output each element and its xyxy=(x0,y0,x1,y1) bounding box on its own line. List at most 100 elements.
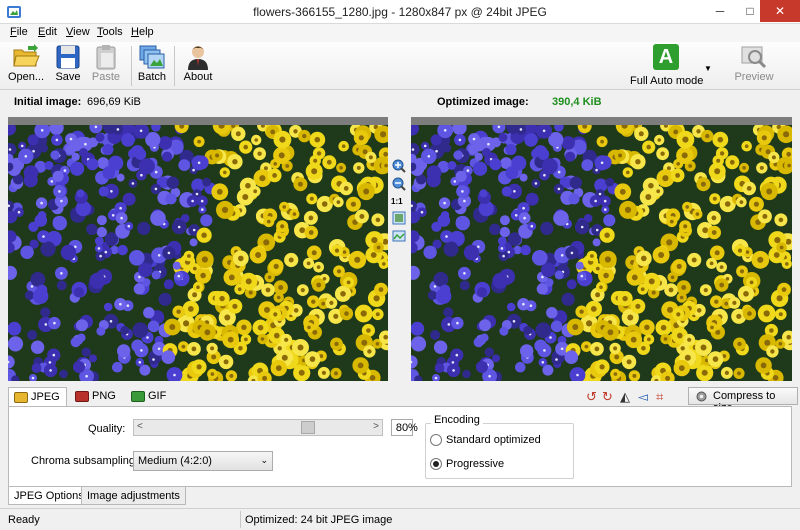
flower-shape xyxy=(259,175,266,182)
flower-shape xyxy=(221,206,229,213)
flower-shape xyxy=(219,295,225,302)
fit-window-icon[interactable] xyxy=(392,211,406,225)
batch-button[interactable]: Batch xyxy=(130,44,174,88)
standard-optimized-radio[interactable] xyxy=(430,434,442,446)
menu-view[interactable]: View xyxy=(66,26,90,38)
full-auto-mode-button[interactable]: A Full Auto mode xyxy=(630,44,703,88)
flower-shape xyxy=(241,324,247,330)
flower-shape xyxy=(119,302,122,306)
flower-shape xyxy=(759,165,764,170)
about-button[interactable]: About xyxy=(176,44,220,88)
optimized-image-panel[interactable] xyxy=(411,117,792,381)
menu-help[interactable]: Help xyxy=(131,26,154,38)
flower-shape xyxy=(151,270,161,280)
flower-shape xyxy=(463,244,480,261)
slider-right-arrow[interactable]: > xyxy=(373,421,379,432)
flower-shape xyxy=(134,148,147,160)
chroma-subsampling-select[interactable]: Medium (4:2:0) ⌄ xyxy=(133,451,273,471)
encoding-title: Encoding xyxy=(431,414,483,426)
minimize-button[interactable]: ─ xyxy=(705,0,735,22)
full-auto-dropdown-arrow[interactable]: ▼ xyxy=(704,64,712,73)
slider-left-arrow[interactable]: < xyxy=(137,421,143,432)
flip-vertical-icon[interactable]: ◅ xyxy=(638,390,648,404)
standard-optimized-label[interactable]: Standard optimized xyxy=(446,434,541,446)
flower-shape xyxy=(360,310,367,317)
flower-shape xyxy=(443,201,446,205)
flower-shape xyxy=(445,235,448,238)
flower-shape xyxy=(262,375,268,381)
zoom-actual-size[interactable]: 1:1 xyxy=(391,197,403,206)
flip-horizontal-icon[interactable]: ◭ xyxy=(620,390,630,404)
tab-image-adjustments[interactable]: Image adjustments xyxy=(81,487,186,505)
progressive-label[interactable]: Progressive xyxy=(446,458,504,470)
flower-shape xyxy=(308,230,314,235)
flower-shape xyxy=(238,346,243,351)
close-button[interactable]: ✕ xyxy=(760,0,800,22)
flower-shape xyxy=(680,346,685,351)
tab-gif[interactable]: GIF xyxy=(126,387,172,407)
flower-shape xyxy=(200,214,213,227)
flower-shape xyxy=(340,291,346,297)
flower-shape xyxy=(50,180,54,183)
zoom-out-icon[interactable] xyxy=(392,177,406,191)
flower-shape xyxy=(529,304,533,307)
flower-shape xyxy=(603,214,616,227)
flower-shape xyxy=(248,290,253,295)
flower-shape xyxy=(499,215,510,226)
rotate-left-icon[interactable]: ↺ xyxy=(586,390,597,404)
flower-shape xyxy=(703,288,708,293)
flower-shape xyxy=(34,214,48,227)
flower-shape xyxy=(163,279,174,290)
status-text: Ready xyxy=(8,514,40,526)
menu-tools[interactable]: Tools xyxy=(97,26,123,38)
flower-shape xyxy=(576,373,579,377)
tab-jpeg-options[interactable]: JPEG Options xyxy=(8,487,90,505)
paste-button[interactable]: Paste xyxy=(84,44,128,88)
flower-shape xyxy=(443,241,459,257)
compress-to-size-button[interactable]: Compress to size xyxy=(688,387,798,414)
flower-shape xyxy=(764,339,771,346)
crop-icon[interactable]: ⌗ xyxy=(656,390,663,404)
flower-shape xyxy=(648,182,654,189)
flower-shape xyxy=(309,356,316,362)
flower-shape xyxy=(333,313,339,319)
flower-shape xyxy=(580,225,584,229)
optimized-image-size: 390,4 KiB xyxy=(552,96,602,108)
open-button[interactable]: Open... xyxy=(4,44,48,88)
tab-png[interactable]: PNG xyxy=(70,387,122,407)
flower-shape xyxy=(229,373,234,378)
menu-file[interactable]: File xyxy=(10,26,28,38)
split-view-icon[interactable] xyxy=(392,229,406,243)
flower-shape xyxy=(757,256,764,263)
flower-shape xyxy=(245,182,251,189)
flower-shape xyxy=(342,250,347,254)
flower-shape xyxy=(59,369,68,379)
menu-edit[interactable]: Edit xyxy=(38,26,57,38)
flower-shape xyxy=(724,301,729,306)
quality-slider-thumb[interactable] xyxy=(301,421,315,434)
flower-shape xyxy=(277,346,282,351)
flower-shape xyxy=(656,189,661,194)
flower-shape xyxy=(745,250,750,254)
rotate-right-icon[interactable]: ↻ xyxy=(602,390,613,404)
flower-shape xyxy=(737,341,742,347)
clipboard-icon xyxy=(96,45,116,70)
flower-shape xyxy=(482,148,491,157)
quality-slider[interactable]: < > xyxy=(133,419,383,436)
flower-shape xyxy=(776,295,783,302)
flower-shape xyxy=(313,158,318,163)
flower-shape xyxy=(270,129,276,135)
tab-jpeg[interactable]: JPEG xyxy=(8,387,67,407)
flower-shape xyxy=(173,373,176,377)
flower-shape xyxy=(739,269,745,274)
flower-shape xyxy=(255,252,262,258)
flower-shape xyxy=(434,376,438,380)
flower-shape xyxy=(581,159,594,171)
flower-shape xyxy=(143,307,155,319)
progressive-radio[interactable] xyxy=(430,458,442,470)
zoom-in-icon[interactable] xyxy=(392,159,406,173)
preview-button[interactable]: Preview xyxy=(730,44,778,88)
initial-image-panel[interactable] xyxy=(8,117,388,381)
flower-shape xyxy=(139,129,143,133)
flower-shape xyxy=(557,170,561,174)
